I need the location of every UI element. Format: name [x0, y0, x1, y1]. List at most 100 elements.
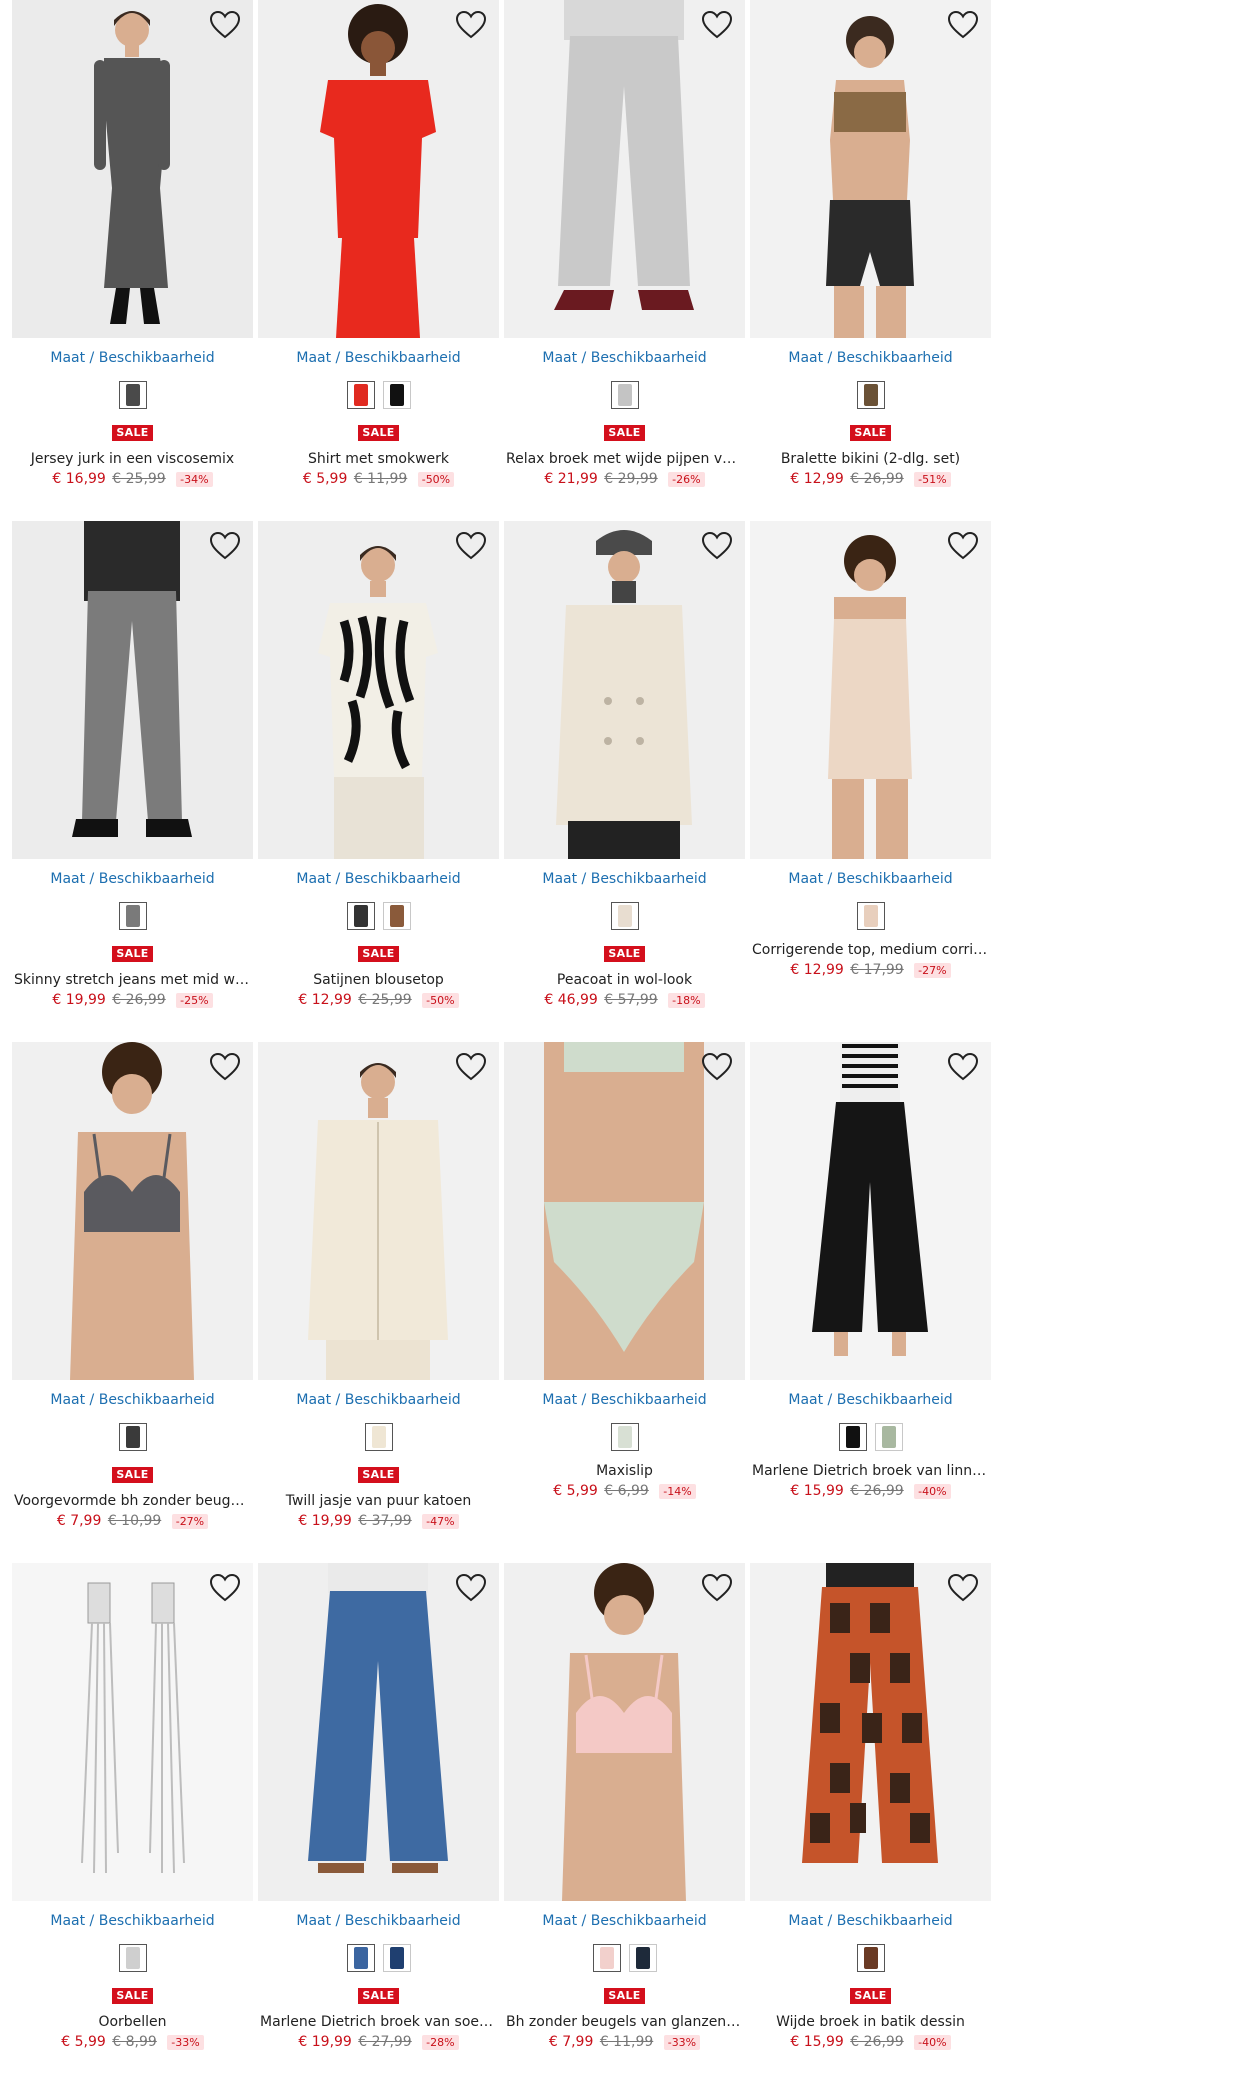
wishlist-heart-icon[interactable] — [209, 10, 241, 40]
product-name[interactable]: Marlene Dietrich broek van linnen — [750, 1463, 991, 1481]
product-name[interactable]: Shirt met smokwerk — [258, 451, 499, 469]
product-name[interactable]: Oorbellen — [12, 2014, 253, 2032]
product-image[interactable] — [12, 0, 253, 338]
product-image-container[interactable] — [504, 521, 745, 859]
product-image[interactable] — [750, 1563, 991, 1901]
product-image[interactable] — [504, 0, 745, 338]
size-availability-link[interactable]: Maat / Beschikbaarheid — [258, 1392, 499, 1410]
size-availability-link[interactable]: Maat / Beschikbaarheid — [258, 1913, 499, 1931]
size-availability-link[interactable]: Maat / Beschikbaarheid — [750, 1392, 991, 1410]
size-availability-link[interactable]: Maat / Beschikbaarheid — [258, 871, 499, 889]
wishlist-heart-icon[interactable] — [455, 1573, 487, 1603]
color-swatch[interactable] — [118, 1423, 147, 1451]
product-card[interactable]: Maat / Beschikbaarheid SALE Bralette bik… — [750, 0, 991, 521]
product-image[interactable] — [258, 1563, 499, 1901]
product-name[interactable]: Jersey jurk in een viscosemix — [12, 451, 253, 469]
product-image-container[interactable] — [504, 0, 745, 338]
size-availability-link[interactable]: Maat / Beschikbaarheid — [504, 1913, 745, 1931]
color-swatch[interactable] — [838, 1423, 867, 1451]
product-name[interactable]: Bh zonder beugels van glanzend ma... — [504, 2014, 745, 2032]
product-card[interactable]: Maat / Beschikbaarheid SALE Skinny stret… — [12, 521, 253, 1042]
product-image-container[interactable] — [750, 1563, 991, 1901]
product-image[interactable] — [258, 0, 499, 338]
product-card[interactable]: Maat / Beschikbaarheid SALE Bh zonder be… — [504, 1563, 745, 2084]
product-image-container[interactable] — [750, 521, 991, 859]
wishlist-heart-icon[interactable] — [455, 10, 487, 40]
color-swatch[interactable] — [874, 1423, 903, 1451]
product-card[interactable]: Maat / Beschikbaarheid SALE Twill jasje … — [258, 1042, 499, 1563]
wishlist-heart-icon[interactable] — [209, 531, 241, 561]
product-image[interactable] — [258, 1042, 499, 1380]
wishlist-heart-icon[interactable] — [701, 1573, 733, 1603]
size-availability-link[interactable]: Maat / Beschikbaarheid — [750, 871, 991, 889]
color-swatch[interactable] — [856, 902, 885, 930]
color-swatch[interactable] — [628, 1944, 657, 1972]
color-swatch[interactable] — [118, 902, 147, 930]
size-availability-link[interactable]: Maat / Beschikbaarheid — [504, 1392, 745, 1410]
product-image-container[interactable] — [258, 1042, 499, 1380]
product-name[interactable]: Peacoat in wol-look — [504, 972, 745, 990]
product-card[interactable]: Maat / Beschikbaarheid Maxislip € 5,99 €… — [504, 1042, 745, 1563]
color-swatch[interactable] — [364, 1423, 393, 1451]
size-availability-link[interactable]: Maat / Beschikbaarheid — [258, 350, 499, 368]
product-image[interactable] — [258, 521, 499, 859]
product-image-container[interactable] — [12, 1042, 253, 1380]
size-availability-link[interactable]: Maat / Beschikbaarheid — [12, 1913, 253, 1931]
color-swatch[interactable] — [346, 1944, 375, 1972]
wishlist-heart-icon[interactable] — [209, 1052, 241, 1082]
product-image-container[interactable] — [12, 1563, 253, 1901]
product-image-container[interactable] — [504, 1042, 745, 1380]
product-card[interactable]: Maat / Beschikbaarheid SALE Satijnen blo… — [258, 521, 499, 1042]
product-name[interactable]: Skinny stretch jeans met mid waist — [12, 972, 253, 990]
wishlist-heart-icon[interactable] — [455, 1052, 487, 1082]
product-name[interactable]: Satijnen blousetop — [258, 972, 499, 990]
color-swatch[interactable] — [610, 1423, 639, 1451]
product-card[interactable]: Maat / Beschikbaarheid Corrigerende top,… — [750, 521, 991, 1042]
product-card[interactable]: Maat / Beschikbaarheid SALE Relax broek … — [504, 0, 745, 521]
product-image-container[interactable] — [12, 0, 253, 338]
product-card[interactable]: Maat / Beschikbaarheid SALE Peacoat in w… — [504, 521, 745, 1042]
product-name[interactable]: Voorgevormde bh zonder beugels ... — [12, 1493, 253, 1511]
product-name[interactable]: Wijde broek in batik dessin — [750, 2014, 991, 2032]
product-name[interactable]: Relax broek met wijde pijpen van vi... — [504, 451, 745, 469]
product-card[interactable]: Maat / Beschikbaarheid SALE Wijde broek … — [750, 1563, 991, 2084]
product-card[interactable]: Maat / Beschikbaarheid SALE Marlene Diet… — [258, 1563, 499, 2084]
size-availability-link[interactable]: Maat / Beschikbaarheid — [504, 871, 745, 889]
wishlist-heart-icon[interactable] — [455, 531, 487, 561]
product-name[interactable]: Corrigerende top, medium corriger... — [750, 942, 991, 960]
color-swatch[interactable] — [610, 381, 639, 409]
product-card[interactable]: Maat / Beschikbaarheid Marlene Dietrich … — [750, 1042, 991, 1563]
color-swatch[interactable] — [592, 1944, 621, 1972]
product-image-container[interactable] — [750, 1042, 991, 1380]
size-availability-link[interactable]: Maat / Beschikbaarheid — [12, 1392, 253, 1410]
color-swatch[interactable] — [382, 1944, 411, 1972]
product-image[interactable] — [750, 1042, 991, 1380]
size-availability-link[interactable]: Maat / Beschikbaarheid — [750, 350, 991, 368]
color-swatch[interactable] — [382, 381, 411, 409]
product-image[interactable] — [12, 1563, 253, 1901]
color-swatch[interactable] — [118, 1944, 147, 1972]
product-image-container[interactable] — [504, 1563, 745, 1901]
product-name[interactable]: Marlene Dietrich broek van soepelv... — [258, 2014, 499, 2032]
color-swatch[interactable] — [856, 381, 885, 409]
wishlist-heart-icon[interactable] — [947, 531, 979, 561]
wishlist-heart-icon[interactable] — [701, 10, 733, 40]
wishlist-heart-icon[interactable] — [701, 531, 733, 561]
product-image[interactable] — [504, 1042, 745, 1380]
product-image-container[interactable] — [258, 1563, 499, 1901]
product-image-container[interactable] — [258, 0, 499, 338]
product-name[interactable]: Bralette bikini (2-dlg. set) — [750, 451, 991, 469]
product-image-container[interactable] — [12, 521, 253, 859]
wishlist-heart-icon[interactable] — [701, 1052, 733, 1082]
product-image[interactable] — [750, 521, 991, 859]
product-image[interactable] — [504, 1563, 745, 1901]
product-image[interactable] — [12, 521, 253, 859]
product-card[interactable]: Maat / Beschikbaarheid SALE Voorgevormde… — [12, 1042, 253, 1563]
size-availability-link[interactable]: Maat / Beschikbaarheid — [12, 350, 253, 368]
product-name[interactable]: Maxislip — [504, 1463, 745, 1481]
wishlist-heart-icon[interactable] — [947, 1052, 979, 1082]
wishlist-heart-icon[interactable] — [947, 1573, 979, 1603]
color-swatch[interactable] — [118, 381, 147, 409]
product-card[interactable]: Maat / Beschikbaarheid SALE Oorbellen € … — [12, 1563, 253, 2084]
product-image[interactable] — [750, 0, 991, 338]
